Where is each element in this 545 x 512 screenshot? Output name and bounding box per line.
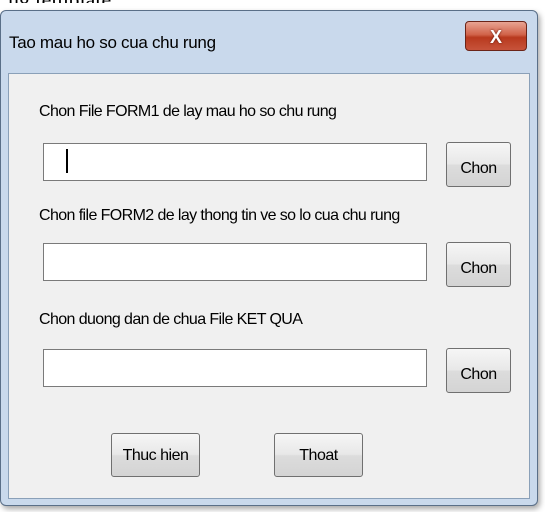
form2-file-input[interactable] [43,243,427,281]
dialog-window: Tao mau ho so cua chu rung X Chon File F… [0,10,538,506]
output-browse-button[interactable]: Chon [446,348,511,393]
execute-button[interactable]: Thuc hien [111,433,200,477]
document-caption-fragment: ng template [8,0,111,3]
window-title: Tao mau ho so cua chu rung [9,33,216,52]
dialog-client-area: Chon File FORM1 de lay mau ho so chu run… [8,73,530,499]
form2-browse-button[interactable]: Chon [446,242,511,287]
output-folder-label: Chon duong dan de chua File KET QUA [39,311,303,328]
form1-browse-button[interactable]: Chon [446,142,511,187]
title-bar[interactable]: Tao mau ho so cua chu rung X [1,11,537,73]
exit-button[interactable]: Thoat [274,433,363,477]
form2-file-label: Chon file FORM2 de lay thong tin ve so l… [39,207,400,224]
close-button[interactable]: X [465,21,527,51]
form1-file-input[interactable] [43,143,427,181]
output-folder-input[interactable] [43,349,427,387]
text-caret [66,149,68,173]
form1-file-label: Chon File FORM1 de lay mau ho so chu run… [39,103,337,120]
close-icon: X [489,27,502,47]
